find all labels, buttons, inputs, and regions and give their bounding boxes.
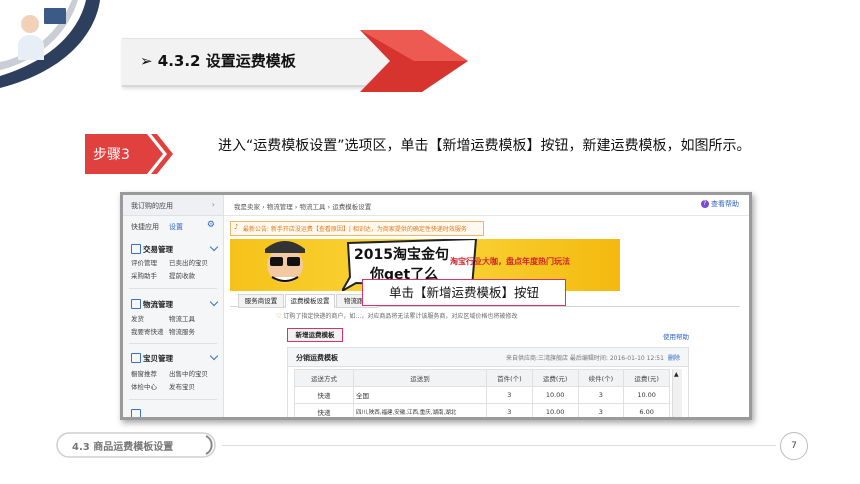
chevron-down-icon[interactable] — [209, 242, 219, 252]
quick-apps-settings-link[interactable]: 设置 — [169, 222, 183, 232]
help-link[interactable]: ? 查看帮助 — [700, 199, 739, 209]
delete-link[interactable]: 删除 — [668, 353, 680, 362]
tab-template-settings[interactable]: 运费模板设置 — [285, 294, 335, 308]
footer-section-label: 4.3 商品运费模板设置 — [72, 442, 174, 453]
bell-icon: ♪ — [234, 223, 239, 231]
banner-subtitle: 淘宝行业大咖，盘点年度热门玩法 — [450, 257, 570, 266]
tip-label: 订购了指定快递的商户，如…，对应商品将无法累计该服务商，对应区域价格也将被修改 — [283, 313, 518, 320]
sidebar-link[interactable]: 我要寄快递 — [131, 326, 164, 336]
table-cell: 6.00 — [623, 403, 670, 417]
gear-icon[interactable]: ⚙ — [207, 220, 215, 230]
sidebar-link[interactable]: 评价管理 — [131, 257, 157, 267]
table-header-row: 运送方式 运送到 首件(个) 运费(元) 续件(个) 运费(元) — [294, 369, 670, 387]
banner-title-line1: 2015淘宝金句 — [354, 247, 449, 263]
column-header: 首件(个) — [486, 369, 533, 387]
step-instruction: 进入“运费模板设置”选项区，单击【新增运费模板】按钮，新建运费模板，如图所示。 — [218, 138, 751, 154]
shipping-template-card: 分销运费模板 来自供应商:三湾旗舰店 最后编辑时间: 2016-01-10 12… — [287, 347, 689, 417]
chevron-down-icon[interactable] — [209, 351, 219, 361]
seller-sidebar: 我订购的应用 › 快捷应用 设置 ⚙ 交易管理 评价管理 已卖出的宝贝 采购助手… — [123, 195, 224, 417]
table-cell: 全国 — [353, 386, 487, 404]
sidebar-section-logistics[interactable]: 物流管理 — [143, 299, 173, 310]
column-header: 运费(元) — [623, 369, 670, 387]
table-row: 快递 四川,陕西,福建,安徽,江西,重庆,湖南,湖北 3 10.00 3 6.0… — [294, 403, 670, 417]
my-apps-row[interactable]: 我订购的应用 › — [123, 195, 223, 216]
template-meta: 来自供应商:三湾旗舰店 最后编辑时间: 2016-01-10 12:51 — [506, 355, 664, 362]
info-icon: ♡ — [276, 313, 282, 320]
sidebar-link[interactable]: 出售中的宝贝 — [169, 368, 208, 378]
notice-text[interactable]: 最新公告: 新手开店没运费【查看原因】| 相训达，为商家提供的确定性快递时效服务 — [243, 224, 467, 233]
cartoon-face-icon — [265, 241, 305, 283]
table-cell: 快递 — [294, 386, 354, 404]
sidebar-link[interactable]: 发货 — [131, 313, 144, 323]
chevron-right-icon: › — [211, 200, 215, 209]
footer-divider — [222, 445, 776, 446]
sidebar-link[interactable]: 体检中心 — [131, 381, 157, 391]
sidebar-link[interactable]: 已卖出的宝贝 — [169, 257, 208, 267]
help-link-label: 查看帮助 — [711, 200, 739, 208]
tip-text: ♡ 订购了指定快递的商户，如…，对应商品将无法累计该服务商，对应区域价格也将被修… — [276, 311, 576, 321]
table-scrollbar[interactable]: ▲ — [672, 369, 682, 417]
quick-apps-row: 快捷应用 设置 ⚙ — [123, 217, 223, 235]
my-apps-label: 我订购的应用 — [131, 202, 173, 210]
tab-provider-settings[interactable]: 服务商设置 — [238, 294, 284, 308]
sidebar-link[interactable]: 橱窗推荐 — [131, 368, 157, 378]
table-cell: 10.00 — [623, 386, 670, 404]
page-number: 7 — [780, 432, 808, 460]
column-header: 运费(元) — [531, 369, 579, 387]
table-cell: 3 — [486, 386, 533, 404]
table-cell: 10.00 — [531, 403, 579, 417]
quick-apps-label: 快捷应用 — [131, 223, 159, 231]
sidebar-link[interactable]: 物流工具 — [169, 313, 195, 323]
main-content: 我是卖家 › 物流管理 › 物流工具 › 运费模板设置 ? 查看帮助 ♪ 最新公… — [224, 195, 749, 417]
sidebar-link[interactable]: 采购助手 — [131, 270, 157, 280]
embedded-screenshot: 我订购的应用 › 快捷应用 设置 ⚙ 交易管理 评价管理 已卖出的宝贝 采购助手… — [120, 192, 752, 420]
shop-icon — [131, 409, 141, 417]
trade-icon — [131, 244, 141, 254]
sidebar-link[interactable]: 物流服务 — [169, 326, 195, 336]
step-badge-label: 步骤3 — [93, 147, 130, 163]
item-icon — [131, 353, 141, 363]
red-arrow-decoration — [360, 30, 468, 92]
usage-help-link[interactable]: 使用帮助 — [663, 331, 689, 341]
sidebar-section-items[interactable]: 宝贝管理 — [143, 353, 173, 364]
scroll-up-icon[interactable]: ▲ — [674, 371, 679, 378]
column-header: 运送方式 — [294, 369, 354, 387]
table-row: 快递 全国 3 10.00 3 10.00 — [294, 386, 670, 404]
header-decoration — [0, 0, 100, 88]
table-cell: 3 — [486, 403, 533, 417]
template-name: 分销运费模板 — [296, 354, 338, 362]
notice-bar: ♪ 最新公告: 新手开店没运费【查看原因】| 相训达，为商家提供的确定性快递时效… — [230, 221, 484, 236]
table-cell: 3 — [577, 403, 625, 417]
help-icon: ? — [700, 200, 709, 208]
chevron-down-icon[interactable] — [209, 297, 219, 307]
column-header: 续件(个) — [577, 369, 625, 387]
sidebar-link[interactable]: 提前收款 — [169, 270, 195, 280]
table-cell: 四川,陕西,福建,安徽,江西,重庆,湖南,湖北 — [353, 403, 487, 417]
logistics-icon — [131, 299, 141, 309]
table-cell: 10.00 — [531, 386, 579, 404]
sidebar-link[interactable]: 发布宝贝 — [169, 381, 195, 391]
add-template-button[interactable]: 新增运费模板 — [287, 328, 343, 342]
callout-annotation: 单击【新增运费模板】按钮 — [362, 279, 566, 306]
table-cell: 3 — [577, 386, 625, 404]
column-header: 运送到 — [353, 369, 487, 387]
sidebar-section-trade[interactable]: 交易管理 — [143, 244, 173, 255]
template-table: 运送方式 运送到 首件(个) 运费(元) 续件(个) 运费(元) 快递 全国 3… — [294, 369, 670, 417]
table-cell: 快递 — [294, 403, 354, 417]
section-title: ➢ 4.3.2 设置运费模板 — [140, 52, 296, 70]
breadcrumb[interactable]: 我是卖家 › 物流管理 › 物流工具 › 运费模板设置 — [234, 201, 371, 211]
